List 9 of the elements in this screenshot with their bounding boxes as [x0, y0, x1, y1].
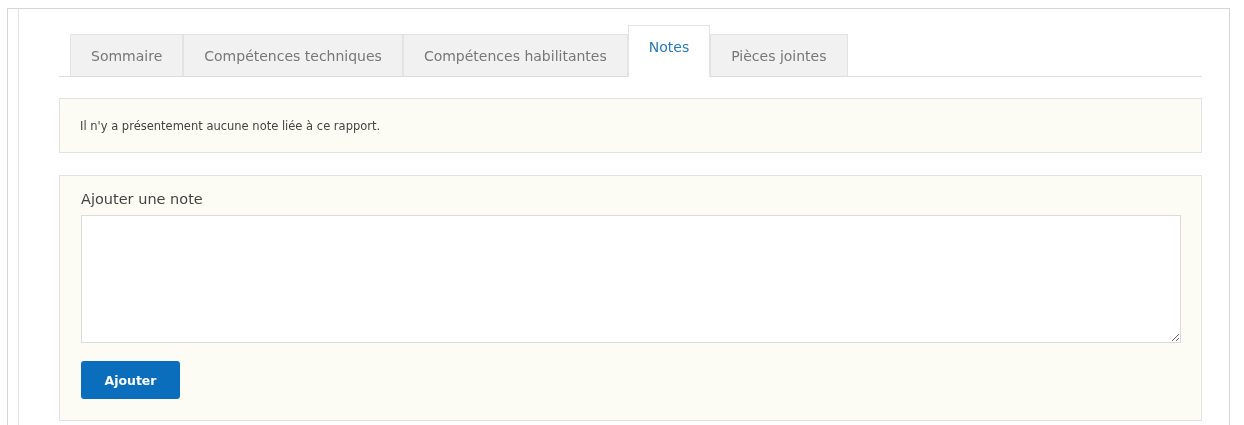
note-field[interactable] — [81, 215, 1181, 343]
tab[interactable]: Pièces jointes — [710, 34, 848, 76]
field-label: Ajouter une note — [81, 191, 204, 207]
tab[interactable]: Sommaire — [70, 34, 184, 76]
tab[interactable]: Notes — [627, 25, 711, 77]
info-message: Il n'y a présentement aucune note liée à ce rapport. — [80, 118, 381, 133]
add-button[interactable]: Ajouter — [81, 361, 180, 399]
tab[interactable]: Compétences habilitantes — [402, 34, 628, 76]
tab[interactable]: Compétences techniques — [183, 34, 403, 76]
